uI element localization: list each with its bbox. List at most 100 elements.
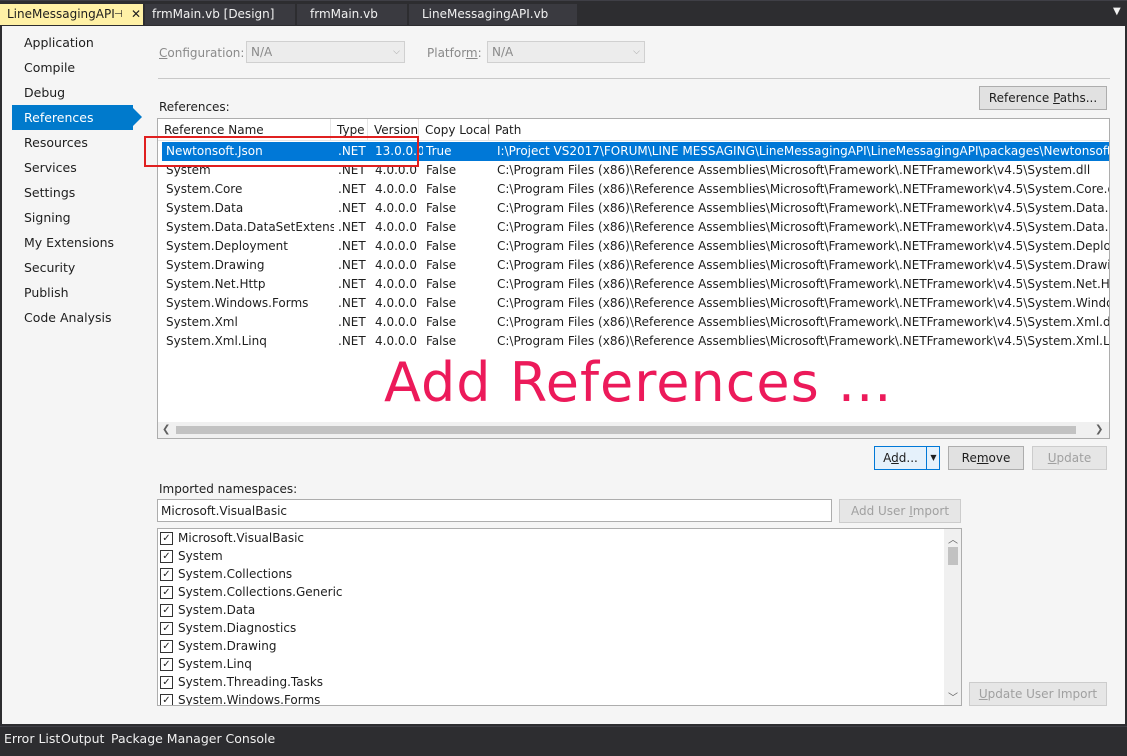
- reference-type-cell: .NET: [338, 201, 366, 215]
- scroll-left-icon[interactable]: ❮: [162, 424, 170, 435]
- nav-item-services[interactable]: Services: [12, 155, 142, 180]
- column-header-path[interactable]: Path: [489, 119, 1109, 141]
- references-list[interactable]: Reference Name Type Version Copy Local P…: [157, 118, 1110, 439]
- label-part: pdate User Import: [987, 687, 1098, 701]
- reference-name-cell: System.Net.Http: [166, 277, 266, 291]
- reference-row[interactable]: System.Data .NET 4.0.0.0 False C:\Program Fi…: [158, 199, 1109, 218]
- references-label: References:: [159, 100, 230, 114]
- column-header-copy-local[interactable]: Copy Local: [419, 119, 490, 141]
- add-reference-button[interactable]: Add... ▼: [874, 446, 940, 470]
- tab-label: LineMessagingAPI.vb: [422, 7, 549, 21]
- namespace-input[interactable]: [157, 499, 832, 522]
- update-user-import-button[interactable]: Update User Import: [969, 682, 1107, 706]
- nav-item-resources[interactable]: Resources: [12, 130, 142, 155]
- nav-item-settings[interactable]: Settings: [12, 180, 142, 205]
- reference-row[interactable]: System.Deployment .NET 4.0.0.0 False C:\Prog…: [158, 237, 1109, 256]
- scroll-up-icon[interactable]: ︿: [948, 531, 958, 546]
- label-part: Reference: [988, 91, 1054, 105]
- reference-path-cell: C:\Program Files (x86)\Reference Assembl…: [497, 201, 1109, 215]
- nav-item-application[interactable]: Application: [12, 30, 142, 55]
- nav-item-compile[interactable]: Compile: [12, 55, 142, 80]
- namespace-checkbox[interactable]: ✓: [160, 622, 173, 635]
- reference-row[interactable]: System.Xml.Linq .NET 4.0.0.0 False C:\Progra…: [158, 332, 1109, 351]
- namespace-checkbox[interactable]: ✓: [160, 586, 173, 599]
- reference-row[interactable]: System.Windows.Forms .NET 4.0.0.0 False C:\P…: [158, 294, 1109, 313]
- nav-item-my-extensions[interactable]: My Extensions: [12, 230, 142, 255]
- namespace-label: System.Collections: [178, 567, 293, 581]
- tab-linemessagingapi-vb[interactable]: LineMessagingAPI.vb: [409, 4, 577, 25]
- scrollbar-thumb[interactable]: [948, 547, 958, 565]
- reference-name-cell: System.Data: [166, 201, 244, 215]
- tab-package-manager-console[interactable]: Package Manager Console: [111, 731, 275, 746]
- tab-linemessagingapi[interactable]: LineMessagingAPI ⊣ ✕: [0, 4, 143, 25]
- add-user-import-button[interactable]: Add User Import: [839, 499, 961, 523]
- add-button-label[interactable]: Add...: [875, 447, 927, 469]
- label-part: Platfor: [427, 46, 466, 60]
- reference-type-cell: .NET: [338, 239, 366, 253]
- reference-paths-button[interactable]: Reference Paths...: [979, 86, 1107, 110]
- nav-item-signing[interactable]: Signing: [12, 205, 142, 230]
- chevron-down-icon: ⌵: [633, 47, 640, 57]
- namespace-checkbox[interactable]: ✓: [160, 640, 173, 653]
- tab-error-list[interactable]: Error List: [4, 731, 60, 746]
- tab-output[interactable]: Output: [61, 731, 104, 746]
- column-header-type[interactable]: Type: [331, 119, 368, 141]
- nav-item-code-analysis[interactable]: Code Analysis: [12, 305, 142, 330]
- imported-namespaces-list[interactable]: ✓ Microsoft.VisualBasic ✓ System ✓ System.Col…: [157, 528, 962, 706]
- remove-button[interactable]: Remove: [948, 446, 1024, 470]
- column-header-version[interactable]: Version: [368, 119, 419, 141]
- nav-item-debug[interactable]: Debug: [12, 80, 142, 105]
- platform-value: N/A: [492, 45, 514, 59]
- divider: [158, 78, 1110, 79]
- tab-label: LineMessagingAPI: [7, 7, 115, 21]
- reference-version-cell: 4.0.0.0: [375, 277, 417, 291]
- reference-row[interactable]: System.Net.Http .NET 4.0.0.0 False C:\Progra…: [158, 275, 1109, 294]
- namespace-label: System.Collections.Generic: [178, 585, 343, 599]
- close-icon[interactable]: ✕: [131, 4, 141, 25]
- namespace-checkbox[interactable]: ✓: [160, 676, 173, 689]
- label-part: U: [1047, 451, 1057, 465]
- nav-item-security[interactable]: Security: [12, 255, 142, 280]
- namespace-checkbox[interactable]: ✓: [160, 694, 173, 705]
- label-part: :: [477, 46, 482, 60]
- reference-version-cell: 4.0.0.0: [375, 182, 417, 196]
- reference-version-cell: 4.0.0.0: [375, 239, 417, 253]
- reference-version-cell: 4.0.0.0: [375, 201, 417, 215]
- reference-row[interactable]: System.Drawing .NET 4.0.0.0 False C:\Program…: [158, 256, 1109, 275]
- update-button[interactable]: Update: [1032, 446, 1107, 470]
- chevron-down-icon[interactable]: ▼: [1113, 6, 1121, 17]
- reference-row[interactable]: System.Data.DataSetExtensions .NET 4.0.0.0…: [158, 218, 1109, 237]
- reference-row[interactable]: Newtonsoft.Json .NET 13.0.0.0 True I:\Projec…: [162, 142, 1109, 161]
- tab-frmmain-code[interactable]: frmMain.vb: [297, 4, 407, 25]
- namespace-checkbox[interactable]: ✓: [160, 604, 173, 617]
- namespace-checkbox[interactable]: ✓: [160, 550, 173, 563]
- nav-item-publish[interactable]: Publish: [12, 280, 142, 305]
- scroll-right-icon[interactable]: ❯: [1095, 424, 1103, 435]
- scrollbar-thumb[interactable]: [176, 426, 1076, 434]
- pin-icon[interactable]: ⊣: [114, 4, 123, 25]
- reference-version-cell: 13.0.0.0: [375, 144, 423, 158]
- reference-copy-local-cell: False: [426, 315, 457, 329]
- reference-row[interactable]: System.Xml .NET 4.0.0.0 False C:\Program Fil…: [158, 313, 1109, 332]
- reference-type-cell: .NET: [338, 220, 366, 234]
- reference-name-cell: System.Deployment: [166, 239, 288, 253]
- reference-row[interactable]: System.Core .NET 4.0.0.0 False C:\Program Fi…: [158, 180, 1109, 199]
- namespace-label: System.Windows.Forms: [178, 693, 321, 706]
- dropdown-arrow-icon[interactable]: ▼: [928, 447, 939, 469]
- column-header-reference-name[interactable]: Reference Name: [158, 119, 331, 141]
- namespace-checkbox[interactable]: ✓: [160, 532, 173, 545]
- vertical-scrollbar[interactable]: ︿ ﹀: [944, 529, 961, 705]
- namespace-checkbox[interactable]: ✓: [160, 658, 173, 671]
- nav-item-references[interactable]: References: [12, 105, 142, 130]
- label-part: d: [891, 451, 899, 465]
- namespace-checkbox[interactable]: ✓: [160, 568, 173, 581]
- tab-label: frmMain.vb [Design]: [152, 7, 275, 21]
- reference-name-cell: System.Core: [166, 182, 243, 196]
- label-part: P: [1053, 91, 1060, 105]
- reference-row[interactable]: System .NET 4.0.0.0 False C:\Program Files (…: [158, 161, 1109, 180]
- scroll-down-icon[interactable]: ﹀: [948, 689, 958, 704]
- tab-frmmain-design[interactable]: frmMain.vb [Design]: [145, 4, 295, 25]
- reference-copy-local-cell: False: [426, 182, 457, 196]
- reference-type-cell: .NET: [338, 182, 366, 196]
- horizontal-scrollbar[interactable]: ❮ ❯: [158, 422, 1109, 438]
